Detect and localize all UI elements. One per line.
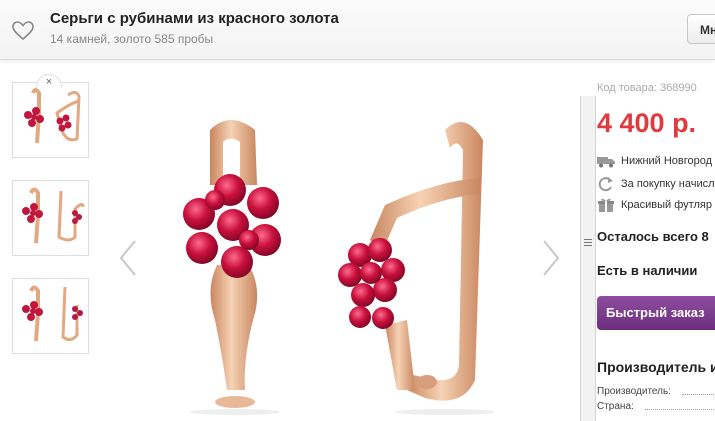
product-main-image [183, 120, 495, 415]
feature-gift-text: Красивый футляр [621, 199, 712, 211]
feature-bonus-text: За покупку начисл [621, 178, 715, 190]
product-price: 4 400 р. [597, 108, 697, 138]
thumbnail-2[interactable] [12, 180, 89, 256]
product-title: Серьги с рубинами из красного золота [50, 10, 339, 27]
manufacturer-label: Производитель: [597, 386, 671, 397]
product-header: Серьги с рубинами из красного золота 14 … [0, 0, 715, 60]
country-row: Страна: [597, 401, 715, 412]
stock-remaining: Осталось всего 8 [597, 229, 709, 244]
header-menu-button[interactable]: Мн [687, 14, 715, 44]
refresh-icon [598, 177, 613, 192]
earring-thumbnail-image [22, 285, 83, 342]
manufacturer-row: Производитель: [597, 386, 715, 397]
scrollbar[interactable] [580, 96, 596, 421]
product-subtitle: 14 камней, золото 585 пробы [50, 32, 214, 46]
dotted-leader [645, 409, 715, 410]
gift-icon [598, 198, 614, 212]
chevron-left-icon[interactable] [118, 238, 138, 278]
heart-icon[interactable] [12, 21, 34, 41]
chevron-right-icon[interactable] [541, 238, 561, 278]
thumbnail-3[interactable] [12, 278, 89, 354]
country-label: Страна: [597, 401, 634, 412]
availability-status: Есть в наличии [597, 263, 698, 278]
earring-thumbnail-image [24, 88, 81, 144]
thumbnail-1[interactable] [12, 82, 89, 158]
close-icon[interactable]: × [36, 74, 62, 88]
manufacturer-heading: Производитель и [597, 359, 715, 375]
truck-icon [597, 157, 615, 168]
drag-handle-icon[interactable] [584, 238, 592, 248]
product-code: Код товара: 368990 [597, 82, 697, 94]
earring-thumbnail-image [22, 187, 85, 244]
dotted-leader [682, 394, 715, 395]
feature-delivery-text: Нижний Новгород [621, 155, 713, 167]
quick-order-button[interactable]: Быстрый заказ [597, 296, 715, 330]
